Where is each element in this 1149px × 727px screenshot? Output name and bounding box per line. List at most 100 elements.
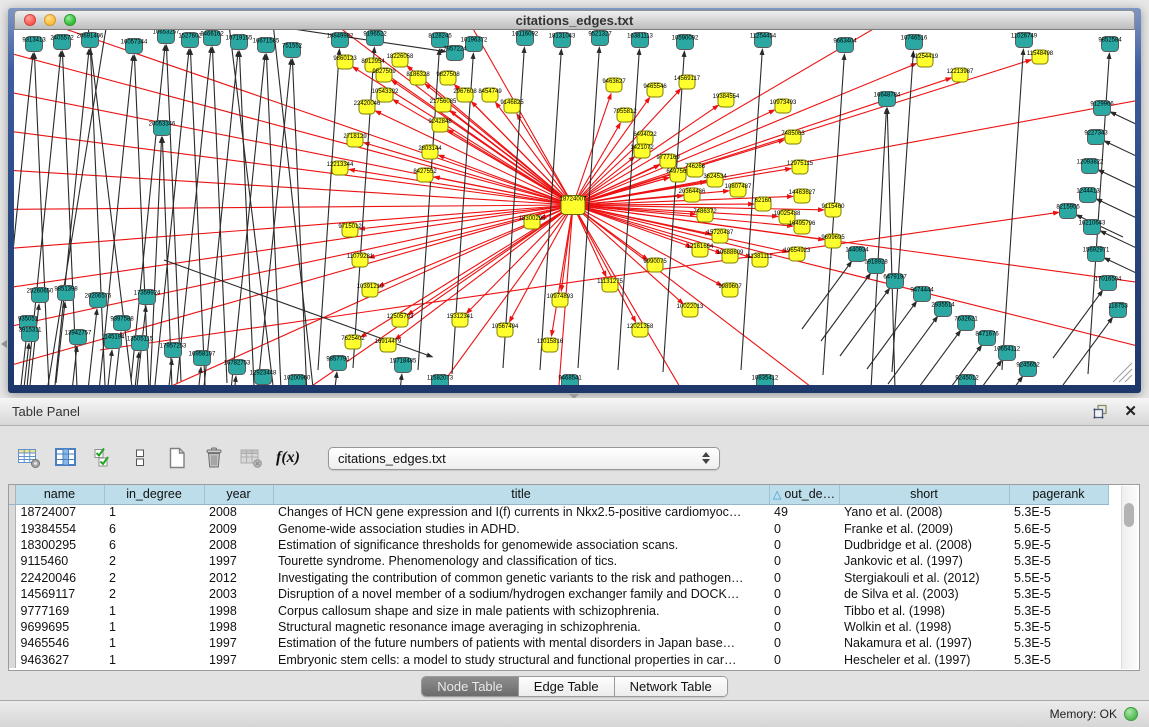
table-cell[interactable]: 0 (769, 520, 839, 536)
table-cell[interactable]: 2 (104, 570, 204, 586)
tab-edge-table[interactable]: Edge Table (519, 677, 615, 696)
table-cell[interactable]: 1997 (204, 553, 273, 569)
table-row[interactable]: 1872400712008Changes of HCN gene express… (9, 504, 1108, 520)
close-window-button[interactable] (24, 14, 36, 26)
table-cell[interactable]: 2012 (204, 570, 273, 586)
table-cell[interactable]: Stergiakouli et al. (2012) (839, 570, 1009, 586)
table-cell[interactable]: 6 (104, 520, 204, 536)
close-panel-icon[interactable]: ✕ (1124, 405, 1137, 419)
table-cell[interactable]: Corpus callosum shape and size in male p… (273, 602, 769, 618)
table-row[interactable]: 1830029562008Estimation of significance … (9, 537, 1108, 553)
table-cell[interactable]: 6 (104, 537, 204, 553)
table-cell[interactable]: 5.3E-5 (1009, 553, 1108, 569)
float-panel-icon[interactable] (1093, 404, 1108, 419)
table-row[interactable]: 969969511998Structural magnetic resonanc… (9, 619, 1108, 635)
window-titlebar[interactable]: citations_edges.txt (14, 10, 1135, 30)
table-cell[interactable]: 1 (104, 602, 204, 618)
table-row[interactable]: 1938455462009Genome-wide association stu… (9, 520, 1108, 536)
table-cell[interactable]: 1998 (204, 619, 273, 635)
zoom-window-button[interactable] (64, 14, 76, 26)
table-row[interactable]: 977716911998Corpus callosum shape and si… (9, 602, 1108, 618)
table-cell[interactable]: Tibbo et al. (1998) (839, 602, 1009, 618)
table-cell[interactable]: Tourette syndrome. Phenomenology and cla… (273, 553, 769, 569)
table-cell[interactable]: Franke et al. (2009) (839, 520, 1009, 536)
column-header-year[interactable]: year (204, 485, 273, 504)
row-selector-icon[interactable] (127, 445, 153, 471)
table-cell[interactable]: 22420046 (15, 570, 104, 586)
table-cell[interactable]: 9115460 (15, 553, 104, 569)
table-cell[interactable]: 2 (104, 553, 204, 569)
table-cell[interactable]: Wolkin et al. (1998) (839, 619, 1009, 635)
node-table[interactable]: namein_degreeyeartitle△out_de…shortpager… (8, 484, 1140, 671)
table-cell[interactable]: 49 (769, 504, 839, 520)
table-row[interactable]: 1456911722003Disruption of a novel membe… (9, 586, 1108, 602)
table-cell[interactable]: 0 (769, 652, 839, 668)
table-cell[interactable]: 5.3E-5 (1009, 586, 1108, 602)
table-row[interactable]: 2242004622012Investigating the contribut… (9, 570, 1108, 586)
table-cell[interactable]: 2008 (204, 537, 273, 553)
show-column-icon[interactable] (53, 445, 79, 471)
table-cell[interactable]: Genome-wide association studies in ADHD. (273, 520, 769, 536)
table-cell[interactable]: Jankovic et al. (1997) (839, 553, 1009, 569)
table-cell[interactable]: 5.3E-5 (1009, 652, 1108, 668)
table-selector-dropdown[interactable]: citations_edges.txt (328, 447, 720, 470)
network-view-window[interactable]: citations_edges.txt 98601238912954182260… (8, 8, 1141, 393)
minimize-window-button[interactable] (44, 14, 56, 26)
table-cell[interactable]: 1 (104, 504, 204, 520)
tab-network-table[interactable]: Network Table (615, 677, 727, 696)
table-cell[interactable]: 9463627 (15, 652, 104, 668)
table-scrollbar-thumb[interactable] (1124, 503, 1134, 527)
collapse-panel-icon[interactable] (1, 340, 7, 348)
table-cell[interactable]: 2003 (204, 586, 273, 602)
network-graph[interactable]: 9860123891295418226058982750981863281054… (14, 30, 1135, 385)
table-cell[interactable]: 2 (104, 586, 204, 602)
table-cell[interactable]: 1 (104, 635, 204, 651)
table-cell[interactable]: 1 (104, 619, 204, 635)
table-cell[interactable]: 1997 (204, 635, 273, 651)
window-resize-grip[interactable] (1113, 363, 1132, 382)
table-cell[interactable]: 5.6E-5 (1009, 520, 1108, 536)
table-cell[interactable]: 0 (769, 586, 839, 602)
delete-column-icon[interactable] (201, 445, 227, 471)
table-cell[interactable]: 5.3E-5 (1009, 635, 1108, 651)
table-row[interactable]: 911546021997Tourette syndrome. Phenomeno… (9, 553, 1108, 569)
table-cell[interactable]: Disruption of a novel member of a sodium… (273, 586, 769, 602)
table-cell[interactable]: Yano et al. (2008) (839, 504, 1009, 520)
table-cell[interactable]: Hescheler et al. (1997) (839, 652, 1009, 668)
table-cell[interactable]: 5.3E-5 (1009, 602, 1108, 618)
table-cell[interactable]: Embryonic stem cells: a model to study s… (273, 652, 769, 668)
table-row[interactable]: 946362711997Embryonic stem cells: a mode… (9, 652, 1108, 668)
table-options-icon[interactable] (16, 445, 42, 471)
table-cell[interactable]: Changes of HCN gene expression and I(f) … (273, 504, 769, 520)
table-cell[interactable]: de Silva et al. (2003) (839, 586, 1009, 602)
network-canvas[interactable]: 9860123891295418226058982750981863281054… (14, 30, 1135, 385)
table-cell[interactable]: 1998 (204, 602, 273, 618)
delete-table-icon[interactable] (238, 445, 264, 471)
table-cell[interactable]: 18300295 (15, 537, 104, 553)
column-header-pagerank[interactable]: pagerank (1009, 485, 1108, 504)
table-cell[interactable]: 2008 (204, 504, 273, 520)
table-cell[interactable]: 18724007 (15, 504, 104, 520)
table-cell[interactable]: 2009 (204, 520, 273, 536)
table-cell[interactable]: 9465546 (15, 635, 104, 651)
table-cell[interactable]: 5.9E-5 (1009, 537, 1108, 553)
column-header-in_degree[interactable]: in_degree (104, 485, 204, 504)
table-cell[interactable]: 1997 (204, 652, 273, 668)
table-cell[interactable]: Investigating the contribution of common… (273, 570, 769, 586)
table-cell[interactable]: 0 (769, 602, 839, 618)
column-header-out_de[interactable]: △out_de… (769, 485, 839, 504)
table-cell[interactable]: 9777169 (15, 602, 104, 618)
table-cell[interactable]: 0 (769, 619, 839, 635)
table-cell[interactable]: 5.3E-5 (1009, 619, 1108, 635)
new-column-icon[interactable] (164, 445, 190, 471)
table-cell[interactable]: 9699695 (15, 619, 104, 635)
table-cell[interactable]: 1 (104, 652, 204, 668)
tab-node-table[interactable]: Node Table (422, 677, 519, 696)
column-header-short[interactable]: short (839, 485, 1009, 504)
table-scrollbar[interactable] (1121, 486, 1137, 669)
table-cell[interactable]: 19384554 (15, 520, 104, 536)
select-all-check-icon[interactable] (90, 445, 116, 471)
table-row[interactable]: 946554611997Estimation of the future num… (9, 635, 1108, 651)
table-cell[interactable]: 5.3E-5 (1009, 504, 1108, 520)
function-builder-icon[interactable]: f(x) (275, 445, 301, 471)
